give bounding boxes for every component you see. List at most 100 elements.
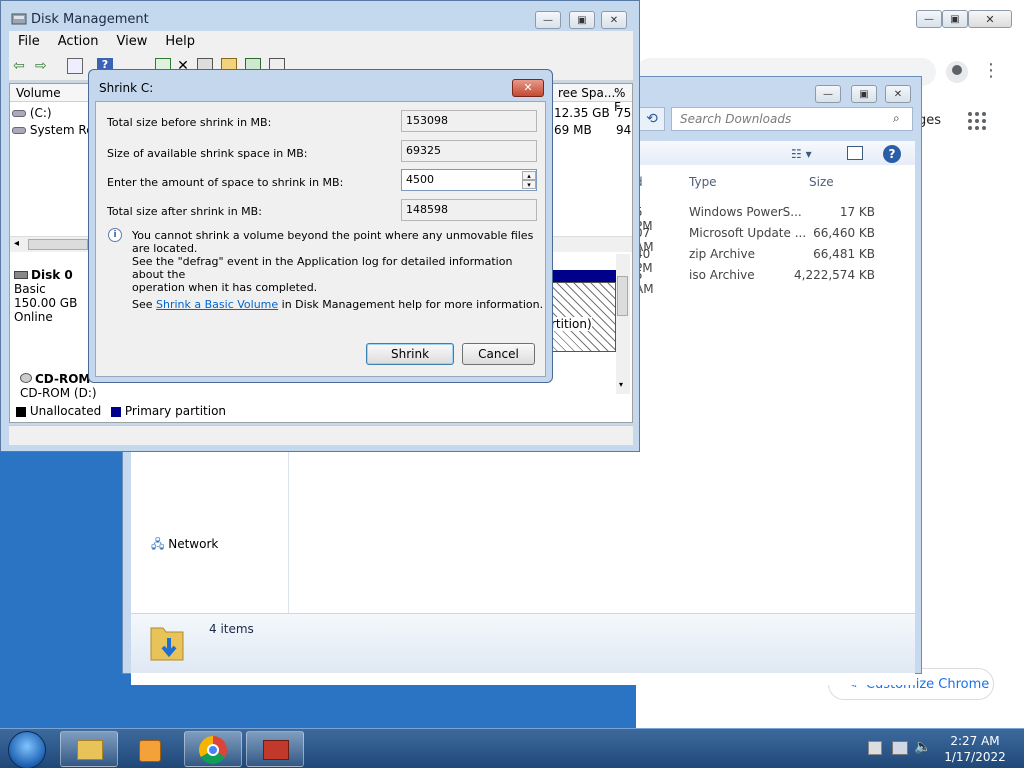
explorer-maximize-button[interactable]: ▣ <box>851 85 877 103</box>
row-size: 17 KB <box>839 205 875 219</box>
dm-maximize-button[interactable]: ▣ <box>569 11 595 29</box>
info-text-line: See the "defrag" event in the Applicatio… <box>132 255 513 281</box>
taskbar-chrome[interactable] <box>184 731 242 767</box>
legend-unallocated-swatch <box>16 406 26 417</box>
dialog-title: Shrink C: <box>99 81 154 95</box>
shrink-button[interactable]: Shrink <box>366 343 454 365</box>
volume-row[interactable]: System Res <box>12 123 92 137</box>
disk-icon <box>14 271 28 279</box>
dm-close-button[interactable]: ✕ <box>601 11 627 29</box>
menu-bar: File Action View Help <box>9 31 633 53</box>
shrink-help-link[interactable]: Shrink a Basic Volume <box>156 298 278 311</box>
taskbar: 🔈 2:27 AM 1/17/2022 <box>0 728 1024 768</box>
column-volume[interactable]: Volume <box>16 86 61 100</box>
shrink-amount-input[interactable]: 4500 <box>406 173 434 186</box>
nav-network-label: Network <box>168 537 219 551</box>
dialog-body: Total size before shrink in MB: 153098 S… <box>95 101 546 377</box>
action-center-icon[interactable] <box>868 741 882 755</box>
taskbar-media-player[interactable] <box>122 731 180 767</box>
volume-name: System Res <box>29 123 92 137</box>
menu-help[interactable]: Help <box>156 31 204 52</box>
spin-up-icon[interactable]: ▴ <box>522 171 536 180</box>
volume-pct: 75 <box>616 106 632 120</box>
nav-item-network[interactable]: 🖧 Network <box>151 535 218 556</box>
back-arrow-icon[interactable]: ⇦ <box>13 58 29 74</box>
taskbar-computer-management[interactable] <box>246 731 304 767</box>
label-shrink-amount: Enter the amount of space to shrink in M… <box>107 176 344 189</box>
menu-action[interactable]: Action <box>49 31 108 52</box>
volume-icon[interactable]: 🔈 <box>914 739 931 755</box>
help-suffix: in Disk Management help for more informa… <box>278 298 544 311</box>
item-count: 4 items <box>209 622 254 636</box>
chrome-minimize-button[interactable]: — <box>916 10 942 28</box>
details-pane: 4 items <box>131 613 915 673</box>
column-free-space[interactable]: ree Spa... <box>558 86 615 100</box>
search-input[interactable]: Search Downloads <box>671 107 913 131</box>
search-icon[interactable]: ⌕ <box>893 111 900 126</box>
folder-download-icon <box>150 627 184 661</box>
volume-drive-icon <box>12 110 26 117</box>
scroll-thumb[interactable] <box>28 239 88 250</box>
explorer-minimize-button[interactable]: — <box>815 85 841 103</box>
row-size: 4,222,574 KB <box>794 268 875 282</box>
volume-row[interactable]: (C:) <box>12 106 92 120</box>
more-menu-icon[interactable]: ⋮ <box>982 60 1000 81</box>
total-before-value: 153098 <box>401 110 537 132</box>
refresh-icon[interactable]: ⟲ <box>639 107 665 131</box>
help-icon[interactable]: ? <box>883 145 901 163</box>
apps-grid-icon[interactable] <box>968 112 986 130</box>
dialog-close-button[interactable]: ✕ <box>512 79 544 97</box>
explorer-close-button[interactable]: ✕ <box>885 85 911 103</box>
chrome-close-button[interactable]: ✕ <box>968 10 1012 28</box>
status-bar <box>9 425 633 445</box>
forward-arrow-icon[interactable]: ⇨ <box>35 58 51 74</box>
preview-pane-icon[interactable] <box>847 146 863 160</box>
system-clock[interactable]: 2:27 AM 1/17/2022 <box>940 733 1010 765</box>
label-total-before: Total size before shrink in MB: <box>107 116 272 129</box>
scroll-down-icon[interactable]: ▾ <box>619 380 623 389</box>
legend-primary: Primary partition <box>124 404 227 418</box>
menu-file[interactable]: File <box>9 31 49 52</box>
vertical-scrollbar[interactable]: ▾ <box>616 254 630 394</box>
label-total-after: Total size after shrink in MB: <box>107 205 262 218</box>
profile-avatar-icon[interactable] <box>946 61 968 83</box>
view-options-icon[interactable]: ☷ ▾ <box>791 147 812 161</box>
info-text-line: operation when it has completed. <box>132 281 318 294</box>
folder-icon <box>77 740 103 760</box>
chrome-maximize-button[interactable]: ▣ <box>942 10 968 28</box>
chrome-icon <box>199 736 227 764</box>
info-text: You cannot shrink a volume beyond the po… <box>132 229 542 294</box>
clock-date: 1/17/2022 <box>944 750 1006 764</box>
start-button[interactable] <box>8 731 46 768</box>
clock-time: 2:27 AM <box>950 734 1000 748</box>
volume-drive-icon <box>12 127 26 134</box>
row-type: Windows PowerS... <box>689 205 802 219</box>
total-after-value: 148598 <box>401 199 537 221</box>
shrink-amount-stepper[interactable]: 4500 ▴ ▾ <box>401 169 537 191</box>
cancel-button[interactable]: Cancel <box>462 343 535 365</box>
scroll-left-icon[interactable]: ◂ <box>14 238 19 249</box>
scroll-thumb[interactable] <box>617 276 628 316</box>
info-text-line: You cannot shrink a volume beyond the po… <box>132 229 534 255</box>
network-status-icon[interactable] <box>892 741 908 755</box>
taskbar-explorer[interactable] <box>60 731 118 767</box>
column-type[interactable]: Type <box>689 175 717 189</box>
menu-view[interactable]: View <box>107 31 156 52</box>
volume-free: 69 MB <box>554 123 592 137</box>
shrink-dialog: Shrink C: ✕ Total size before shrink in … <box>88 69 553 383</box>
media-player-icon <box>139 740 161 762</box>
network-icon: 🖧 <box>151 537 165 551</box>
partition-label: rtition) <box>551 317 592 331</box>
column-size[interactable]: Size <box>809 175 834 189</box>
window-title: Disk Management <box>31 12 149 27</box>
spin-down-icon[interactable]: ▾ <box>522 180 536 189</box>
volume-pct: 94 <box>616 123 632 137</box>
label-available-shrink: Size of available shrink space in MB: <box>107 147 308 160</box>
dm-minimize-button[interactable]: — <box>535 11 561 29</box>
disk-management-app-icon <box>11 13 27 25</box>
row-size: 66,481 KB <box>813 247 875 261</box>
console-tree-icon[interactable] <box>67 58 83 74</box>
info-icon: i <box>108 228 122 242</box>
help-text: See Shrink a Basic Volume in Disk Manage… <box>132 298 543 311</box>
cdrom-drive: CD-ROM (D:) <box>20 386 97 400</box>
